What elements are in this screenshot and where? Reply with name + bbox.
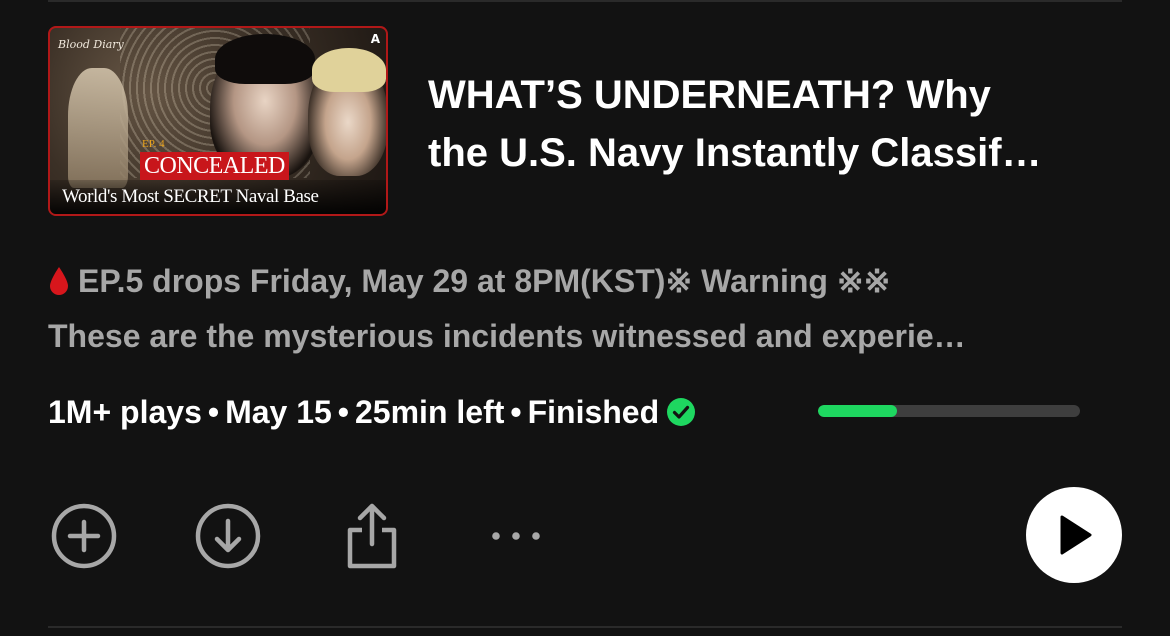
thumbnail-statue [68,68,128,188]
download-button[interactable] [192,500,264,572]
description-line-1: EP.5 drops Friday, May 29 at 8PM(KST)※ W… [48,254,1128,309]
add-to-library-button[interactable] [48,500,120,572]
blood-drop-icon [50,267,68,295]
download-circle-icon [195,503,261,569]
share-button[interactable] [336,500,408,572]
plus-circle-icon [51,503,117,569]
time-left: 25min left [355,393,505,430]
episode-thumbnail[interactable]: Blood Diary A EP. 4 CONCEALED World's Mo… [48,26,388,216]
description-text-1: EP.5 drops Friday, May 29 at 8PM(KST)※ W… [78,263,891,299]
play-icon [1060,515,1092,555]
thumbnail-tag: CONCEALED [140,152,289,180]
thumbnail-corner-mark: A [370,32,380,46]
thumbnail-episode-label: EP. 4 [142,138,165,150]
description-line-2: These are the mysterious incidents witne… [48,318,966,354]
episode-title-line-2: the U.S. Navy Instantly Classif… [428,131,1042,175]
check-circle-icon [667,398,696,426]
play-button[interactable] [1026,487,1122,583]
top-divider [48,0,1122,2]
episode-meta: 1M+ plays • May 15 • 25min left • Finish… [48,388,697,436]
episode-description[interactable]: EP.5 drops Friday, May 29 at 8PM(KST)※ W… [48,254,1128,364]
bottom-divider [48,626,1122,628]
episode-title-line-1: WHAT’S UNDERNEATH? Why [428,73,991,117]
plays-count: 1M+ plays [48,393,202,430]
ellipsis-icon [492,532,540,540]
more-options-button[interactable] [480,500,552,572]
playback-progress-bar [818,405,1080,417]
share-icon [347,503,397,569]
meta-separator: • [207,393,220,430]
thumbnail-person-1-hair [215,34,315,84]
meta-separator: • [510,393,522,430]
playback-progress-fill [818,405,897,417]
thumbnail-brand: Blood Diary [58,38,124,51]
meta-separator: • [337,393,349,430]
status-text: Finished [527,393,660,430]
thumbnail-subtitle: World's Most SECRET Naval Base [62,186,319,207]
release-date: May 15 [225,393,332,430]
thumbnail-person-2-hair [312,48,386,92]
episode-title[interactable]: WHAT’S UNDERNEATH? Why the U.S. Navy Ins… [428,66,1128,182]
